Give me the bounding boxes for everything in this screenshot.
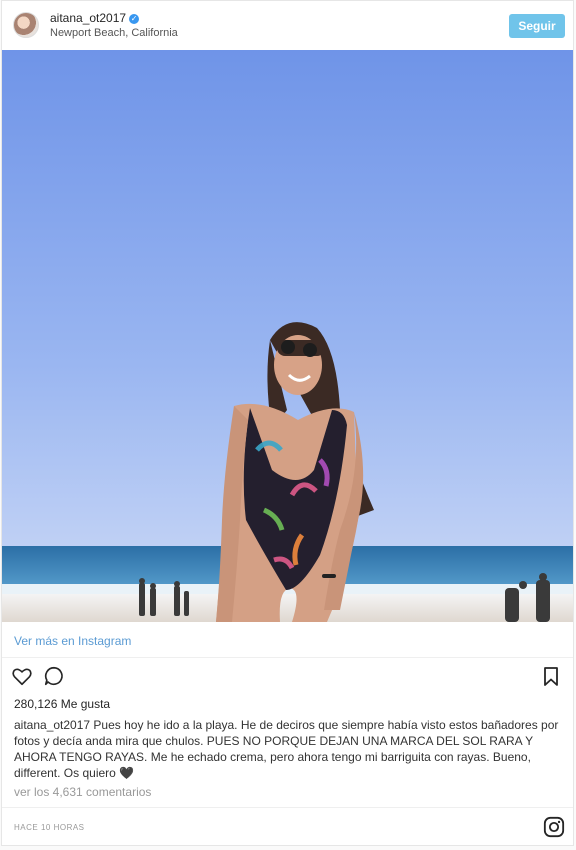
action-bar xyxy=(2,665,573,689)
bookmark-icon[interactable] xyxy=(543,667,559,692)
instagram-logo-icon[interactable] xyxy=(543,816,565,843)
post-header: aitana_ot2017 ✓ Newport Beach, California… xyxy=(2,1,573,51)
view-more-link[interactable]: Ver más en Instagram xyxy=(14,634,131,648)
heart-icon[interactable] xyxy=(11,665,33,692)
view-comments-link[interactable]: ver los 4,631 comentarios xyxy=(14,785,151,799)
divider xyxy=(2,657,573,658)
post-timestamp[interactable]: HACE 10 HORAS xyxy=(14,823,85,832)
caption-username[interactable]: aitana_ot2017 xyxy=(14,718,90,732)
divider xyxy=(2,807,573,808)
post-photo[interactable] xyxy=(2,50,573,622)
likes-count: 280,126 Me gusta xyxy=(14,697,111,711)
comment-icon[interactable] xyxy=(43,665,65,692)
username-row: aitana_ot2017 ✓ xyxy=(50,11,140,25)
location[interactable]: Newport Beach, California xyxy=(50,27,178,39)
follow-button[interactable]: Seguir xyxy=(509,14,565,38)
caption: aitana_ot2017 Pues hoy he ido a la playa… xyxy=(14,717,564,781)
username[interactable]: aitana_ot2017 xyxy=(50,11,126,25)
verified-badge-icon: ✓ xyxy=(129,14,140,24)
caption-text: Pues hoy he ido a la playa. He de deciro… xyxy=(14,718,559,780)
avatar[interactable] xyxy=(13,12,39,38)
instagram-embed-card: aitana_ot2017 ✓ Newport Beach, California… xyxy=(1,0,574,846)
